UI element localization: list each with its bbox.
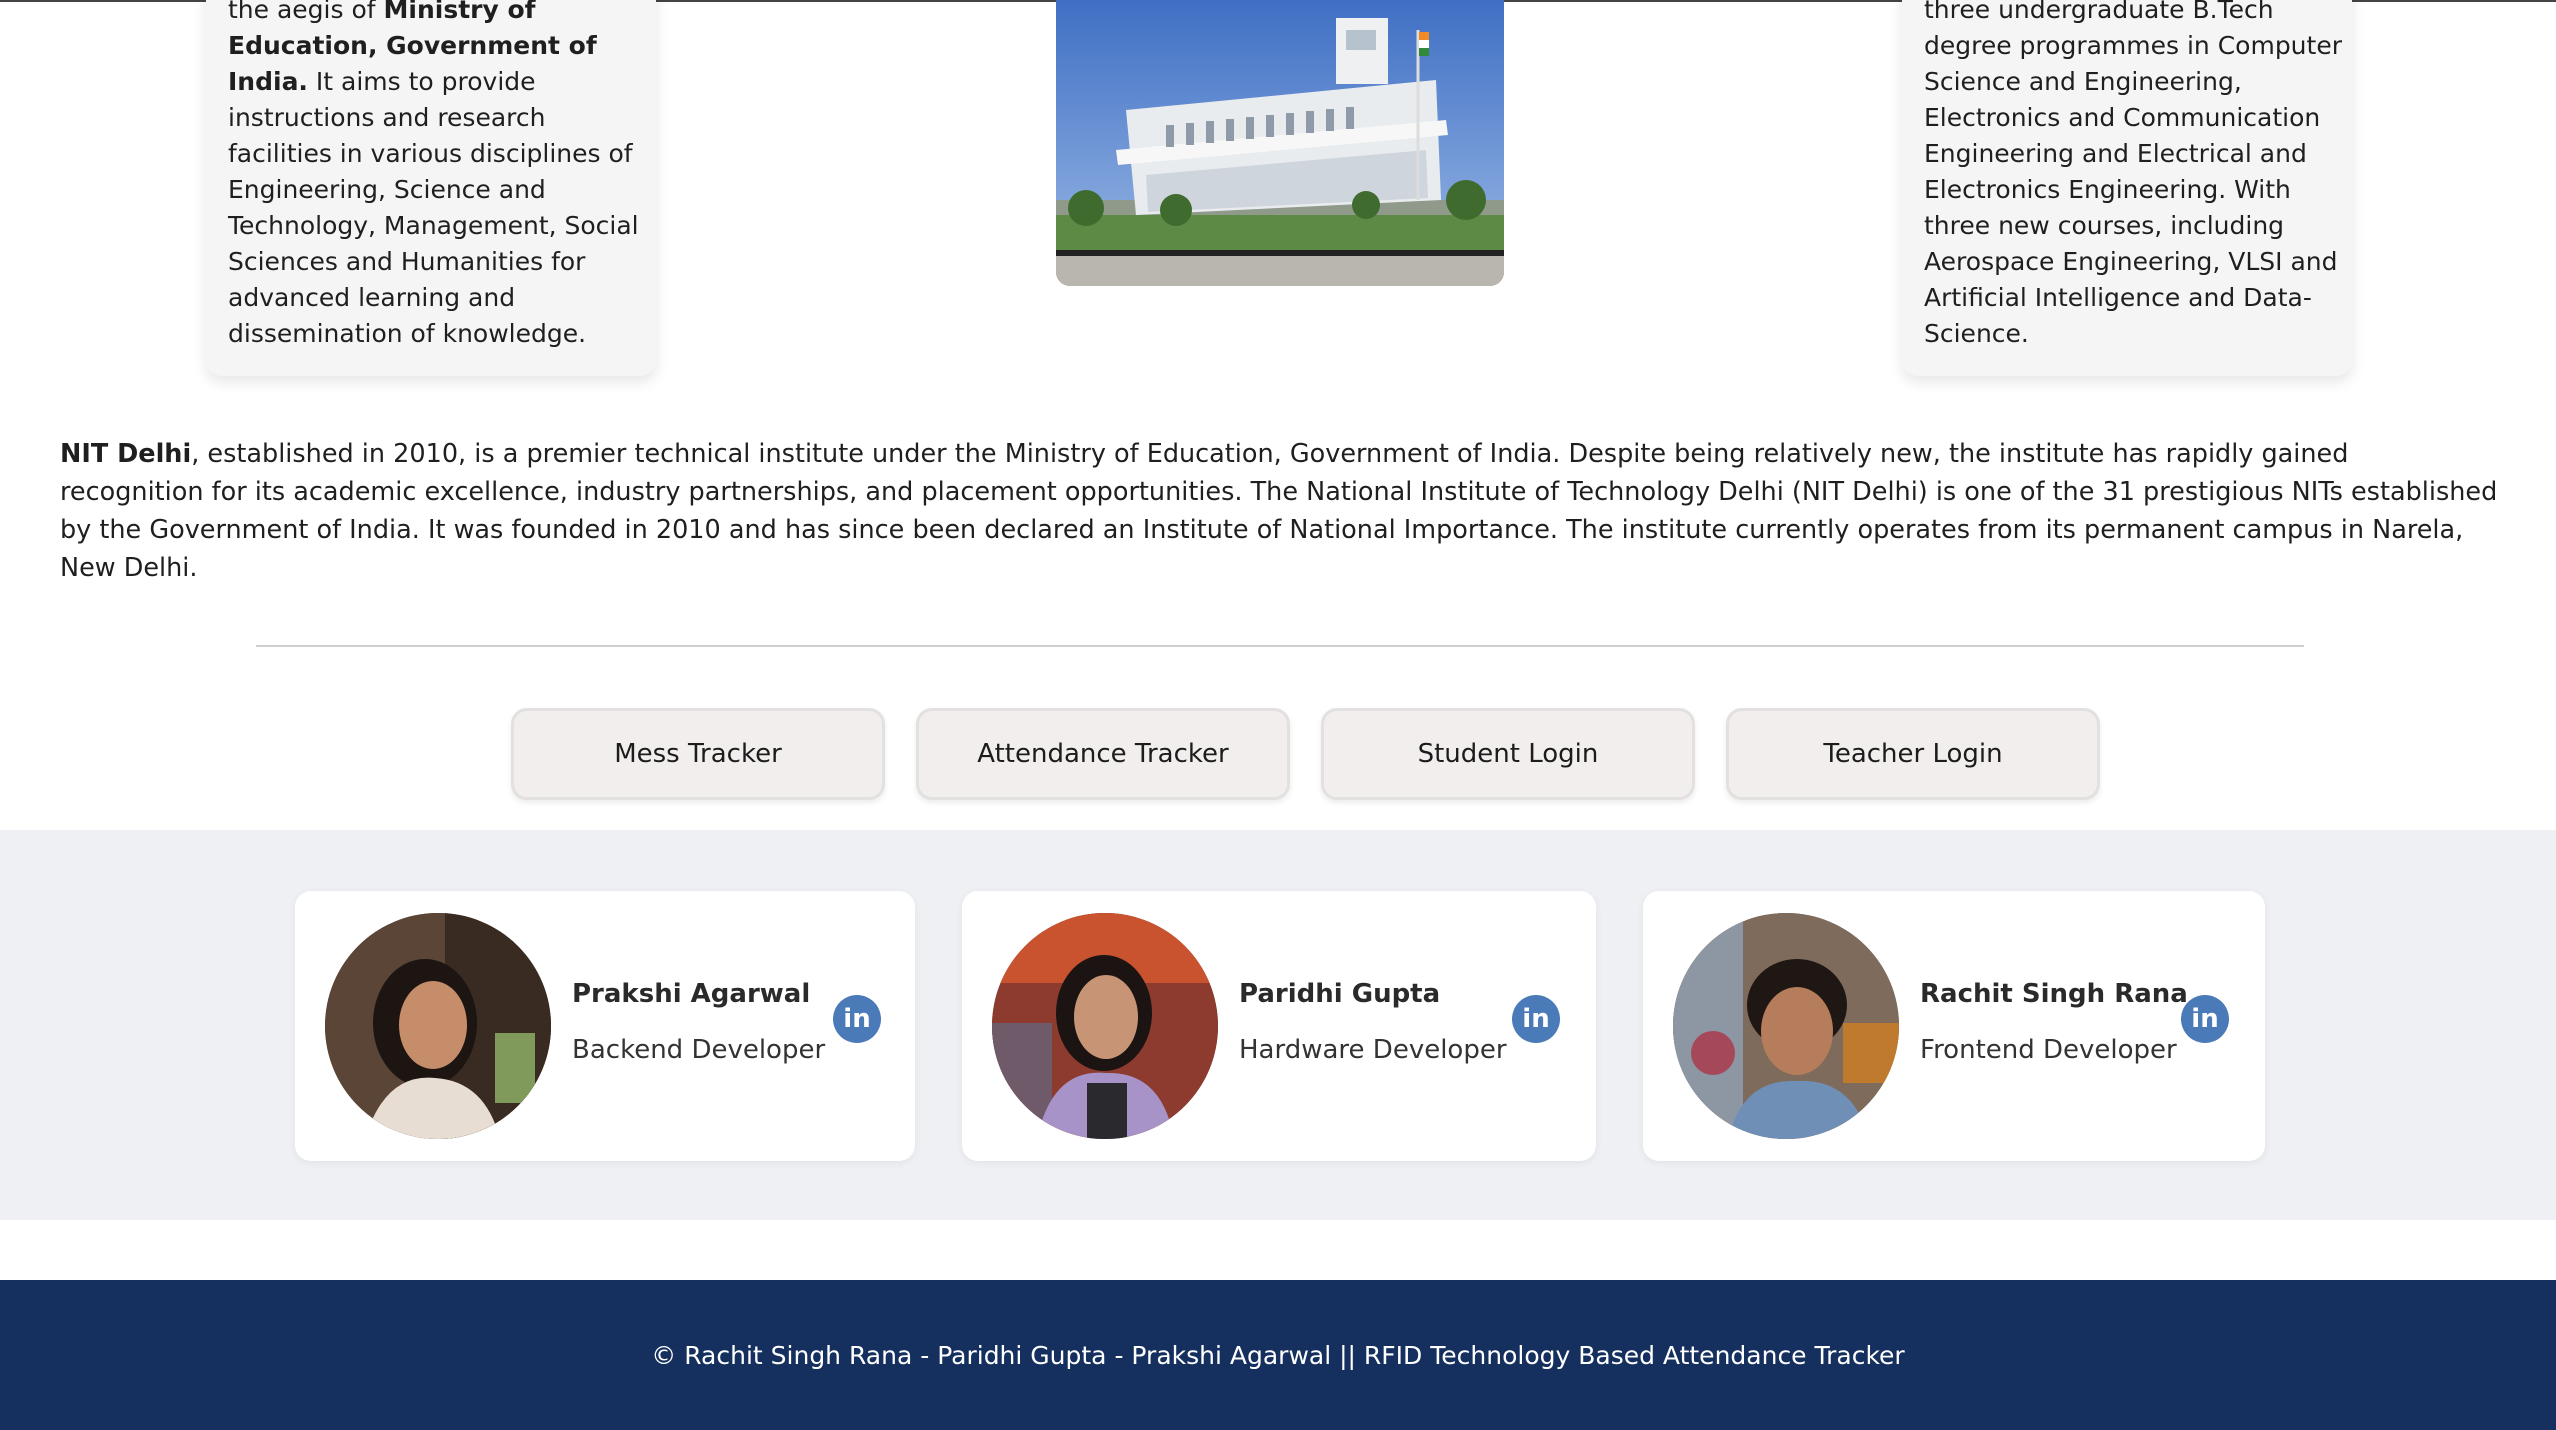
team-card-rachit: Rachit Singh Rana Frontend Developer in xyxy=(1643,891,2265,1161)
linkedin-icon[interactable]: in xyxy=(2181,995,2229,1043)
campus-building-image xyxy=(1056,0,1504,286)
team-card-paridhi: Paridhi Gupta Hardware Developer in xyxy=(962,891,1596,1161)
team-card-prakshi: Prakshi Agarwal Backend Developer in xyxy=(295,891,915,1161)
member-name: Paridhi Gupta xyxy=(1239,979,1441,1009)
info-card-programmes-text: three undergraduate B.Tech degree progra… xyxy=(1924,0,2342,348)
member-role: Hardware Developer xyxy=(1239,1035,1507,1065)
about-text: , established in 2010, is a premier tech… xyxy=(60,439,2498,583)
linkedin-icon[interactable]: in xyxy=(833,995,881,1043)
footer: © Rachit Singh Rana - Paridhi Gupta - Pr… xyxy=(0,1280,2556,1430)
teacher-login-button[interactable]: Teacher Login xyxy=(1726,708,2100,800)
info-intro: the aegis of xyxy=(228,0,384,24)
avatar xyxy=(325,913,551,1139)
attendance-tracker-button[interactable]: Attendance Tracker xyxy=(916,708,1290,800)
mess-tracker-button[interactable]: Mess Tracker xyxy=(511,708,885,800)
member-role: Frontend Developer xyxy=(1920,1035,2177,1065)
info-card-programmes: three undergraduate B.Tech degree progra… xyxy=(1902,0,2352,376)
about-institute-name: NIT Delhi xyxy=(60,439,192,469)
section-divider xyxy=(256,645,2304,647)
avatar xyxy=(992,913,1218,1139)
info-body: It aims to provide instructions and rese… xyxy=(228,67,639,348)
about-paragraph: NIT Delhi, established in 2010, is a pre… xyxy=(60,435,2500,587)
footer-text: © Rachit Singh Rana - Paridhi Gupta - Pr… xyxy=(651,1340,1905,1370)
info-card-ministry: the aegis of Ministry of Education, Gove… xyxy=(206,0,656,376)
avatar xyxy=(1673,913,1899,1139)
linkedin-icon[interactable]: in xyxy=(1512,995,1560,1043)
info-card-ministry-text: the aegis of Ministry of Education, Gove… xyxy=(228,0,646,352)
member-name: Prakshi Agarwal xyxy=(572,979,811,1009)
member-role: Backend Developer xyxy=(572,1035,826,1065)
student-login-button[interactable]: Student Login xyxy=(1321,708,1695,800)
member-name: Rachit Singh Rana xyxy=(1920,979,2188,1009)
